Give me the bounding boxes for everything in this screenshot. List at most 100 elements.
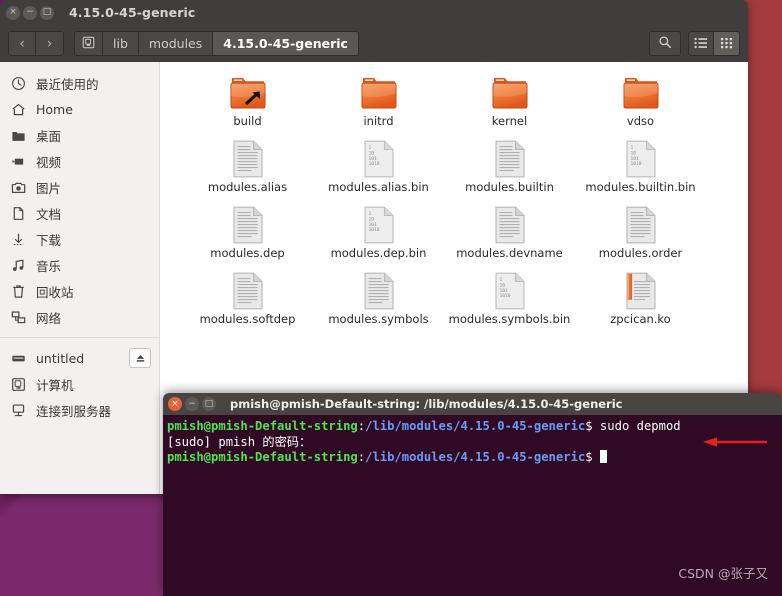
clock-icon xyxy=(9,75,28,91)
folder-icon xyxy=(619,72,663,112)
text-file-icon xyxy=(363,270,395,310)
file-item[interactable]: modules.symbols xyxy=(313,268,444,334)
svg-text:1: 1 xyxy=(368,211,371,217)
text-file-icon xyxy=(232,138,264,178)
sidebar-item-label: 回收站 xyxy=(36,284,74,300)
file-item[interactable]: 1 10 101 1010 modules.symbols.bin xyxy=(444,268,575,334)
breadcrumb-item-modules[interactable]: modules xyxy=(138,31,214,56)
svg-text:1010: 1010 xyxy=(368,161,379,167)
list-view-icon xyxy=(694,34,708,53)
list-view-button[interactable] xyxy=(688,31,714,56)
view-switcher xyxy=(688,31,740,56)
terminal-command: sudo depmod xyxy=(592,419,681,433)
file-item[interactable]: 1 10 101 1010 modules.dep.bin xyxy=(313,202,444,268)
breadcrumb-item-computer[interactable] xyxy=(74,31,103,56)
file-item[interactable]: modules.dep xyxy=(182,202,313,268)
svg-text:101: 101 xyxy=(368,222,377,228)
file-name-label: zpcican.ko xyxy=(610,312,671,326)
file-item[interactable]: modules.order xyxy=(575,202,706,268)
folder-icon xyxy=(9,127,28,143)
video-icon xyxy=(9,153,28,169)
maximize-icon[interactable]: □ xyxy=(202,397,216,411)
sidebar-item-connect-to-server[interactable]: 连接到服务器 xyxy=(0,397,159,423)
svg-text:1010: 1010 xyxy=(499,293,510,299)
file-name-label: vdso xyxy=(626,114,655,128)
close-icon[interactable]: × xyxy=(168,397,182,411)
sidebar-item-downloads[interactable]: 下载 xyxy=(0,226,159,252)
file-item[interactable]: modules.alias xyxy=(182,136,313,202)
file-name-label: modules.devname xyxy=(456,246,563,260)
server-icon xyxy=(9,402,28,418)
breadcrumb-item-current[interactable]: 4.15.0-45-generic xyxy=(213,31,359,56)
grid-view-icon xyxy=(720,34,734,53)
file-item[interactable]: modules.softdep xyxy=(182,268,313,334)
binary-file-icon: 1 10 101 1010 xyxy=(363,138,395,178)
sidebar: 最近使用的 Home 桌面 视频 图片 文档 下载 音乐 回收站 网络 unti… xyxy=(0,62,160,494)
text-file-icon xyxy=(494,204,526,244)
maximize-icon[interactable]: □ xyxy=(40,5,54,20)
minimize-icon[interactable]: − xyxy=(185,397,199,411)
sidebar-item-documents[interactable]: 文档 xyxy=(0,200,159,226)
breadcrumb-item-lib[interactable]: lib xyxy=(103,31,139,56)
sidebar-item-videos[interactable]: 视频 xyxy=(0,148,159,174)
eject-button[interactable] xyxy=(129,348,151,368)
svg-text:10: 10 xyxy=(368,150,374,156)
sidebar-item-label: 音乐 xyxy=(36,258,62,274)
terminal-line: pmish@pmish-Default-string:/lib/modules/… xyxy=(167,419,776,447)
file-item[interactable]: modules.builtin xyxy=(444,136,575,202)
prompt-user: pmish@pmish-Default-string xyxy=(167,419,358,433)
watermark: CSDN @张子又 xyxy=(678,566,768,581)
search-button[interactable] xyxy=(649,31,681,56)
file-name-label: modules.alias.bin xyxy=(328,180,429,194)
file-item[interactable]: modules.devname xyxy=(444,202,575,268)
prompt-path: /lib/modules/4.15.0-45-generic xyxy=(365,450,586,464)
sidebar-item-pictures[interactable]: 图片 xyxy=(0,174,159,200)
sidebar-item-home[interactable]: Home xyxy=(0,96,159,122)
sidebar-item-label: 桌面 xyxy=(36,128,62,144)
svg-text:10: 10 xyxy=(630,150,636,156)
minimize-icon[interactable]: − xyxy=(23,5,37,20)
svg-text:1010: 1010 xyxy=(630,161,641,167)
folder-icon xyxy=(488,72,532,112)
file-name-label: modules.alias xyxy=(207,180,288,194)
file-item[interactable]: build xyxy=(182,70,313,136)
sidebar-item-desktop[interactable]: 桌面 xyxy=(0,122,159,148)
file-grid: build initrd kernel vdso modules.alias 1… xyxy=(160,70,748,334)
svg-text:1: 1 xyxy=(499,277,502,283)
file-name-label: kernel xyxy=(491,114,528,128)
sidebar-item-music[interactable]: 音乐 xyxy=(0,252,159,278)
file-item[interactable]: zpcican.ko xyxy=(575,268,706,334)
camera-icon xyxy=(9,179,28,195)
sidebar-item-trash[interactable]: 回收站 xyxy=(0,278,159,304)
computer-icon xyxy=(82,36,95,52)
grid-view-button[interactable] xyxy=(714,31,740,56)
file-item[interactable]: 1 10 101 1010 modules.alias.bin xyxy=(313,136,444,202)
back-button[interactable]: ‹ xyxy=(8,31,36,56)
file-name-label: modules.order xyxy=(598,246,683,260)
sidebar-item-label: 下载 xyxy=(36,232,62,248)
sidebar-item-computer[interactable]: 计算机 xyxy=(0,371,159,397)
close-icon[interactable]: × xyxy=(6,5,20,20)
svg-text:101: 101 xyxy=(499,288,508,294)
music-icon xyxy=(9,257,28,273)
home-icon xyxy=(9,101,28,117)
sudo-password-prompt: [sudo] pmish 的密码： xyxy=(167,434,312,449)
sidebar-item-untitled-drive[interactable]: untitled xyxy=(0,345,159,371)
sidebar-item-label: Home xyxy=(36,101,73,117)
binary-file-icon: 1 10 101 1010 xyxy=(363,204,395,244)
text-file-icon xyxy=(232,204,264,244)
terminal-line: [sudo] pmish 的密码： xyxy=(167,435,776,451)
file-item[interactable]: vdso xyxy=(575,70,706,136)
file-item[interactable]: initrd xyxy=(313,70,444,136)
text-file-icon xyxy=(232,270,264,310)
sidebar-item-network[interactable]: 网络 xyxy=(0,304,159,330)
file-item[interactable]: kernel xyxy=(444,70,575,136)
binary-file-icon: 1 10 101 1010 xyxy=(625,138,657,178)
forward-button[interactable]: › xyxy=(36,31,64,56)
red-arrow-annotation xyxy=(703,436,767,447)
file-item[interactable]: 1 10 101 1010 modules.builtin.bin xyxy=(575,136,706,202)
sidebar-item-recent[interactable]: 最近使用的 xyxy=(0,70,159,96)
breadcrumb: lib modules 4.15.0-45-generic xyxy=(74,31,359,56)
prompt-path: /lib/modules/4.15.0-45-generic xyxy=(365,419,586,433)
sidebar-item-label: 视频 xyxy=(36,154,62,170)
